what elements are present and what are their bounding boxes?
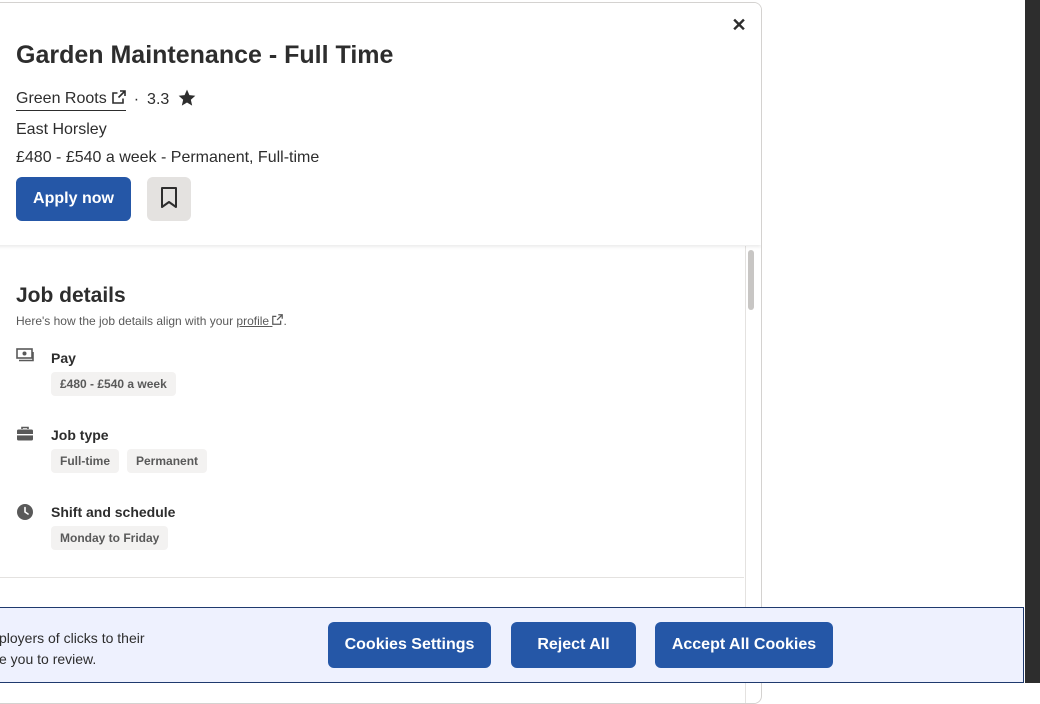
- scrollbar-thumb[interactable]: [748, 250, 754, 310]
- job-type-chip[interactable]: Full-time: [51, 449, 119, 473]
- pay-label: Pay: [51, 350, 76, 366]
- job-details-subtitle: Here's how the job details align with yo…: [16, 314, 287, 328]
- company-name: Green Roots: [16, 90, 107, 107]
- pay-chip[interactable]: £480 - £540 a week: [51, 372, 176, 396]
- profile-link-label: profile: [236, 314, 270, 328]
- briefcase-icon: [16, 426, 36, 446]
- job-title: Garden Maintenance - Full Time: [16, 41, 394, 69]
- cookie-text-line: ployers of clicks to their: [0, 630, 145, 646]
- subtitle-suffix: .: [283, 314, 287, 328]
- external-link-icon: [111, 89, 126, 109]
- cookie-banner: ployers of clicks to their e you to revi…: [0, 607, 1024, 683]
- cookie-text: ployers of clicks to their e you to revi…: [0, 628, 145, 670]
- money-icon: [16, 348, 36, 368]
- job-type-label: Job type: [51, 427, 109, 443]
- reject-all-button[interactable]: Reject All: [511, 622, 636, 668]
- close-icon[interactable]: ✕: [729, 15, 749, 35]
- star-icon: [177, 88, 197, 113]
- save-job-button[interactable]: [147, 177, 191, 221]
- cookies-settings-button[interactable]: Cookies Settings: [328, 622, 491, 668]
- job-type-chips: Full-time Permanent: [51, 449, 208, 473]
- section-divider: [0, 577, 744, 578]
- apply-now-button[interactable]: Apply now: [16, 177, 131, 221]
- profile-link[interactable]: profile: [236, 314, 284, 328]
- job-detail-panel: ✕ Garden Maintenance - Full Time Green R…: [0, 2, 762, 704]
- shift-label: Shift and schedule: [51, 504, 176, 520]
- clock-icon: [16, 503, 36, 523]
- company-rating: 3.3: [147, 91, 170, 108]
- shift-chip[interactable]: Monday to Friday: [51, 526, 169, 550]
- bookmark-icon: [159, 186, 179, 213]
- accept-all-cookies-button[interactable]: Accept All Cookies: [655, 622, 833, 668]
- subtitle-text: Here's how the job details align with yo…: [16, 314, 237, 328]
- job-location: East Horsley: [16, 121, 107, 138]
- pay-chips: £480 - £540 a week: [51, 372, 176, 396]
- company-link[interactable]: Green Roots: [16, 89, 126, 111]
- shift-chips: Monday to Friday: [51, 526, 169, 550]
- job-details-title: Job details: [16, 284, 126, 307]
- job-type-chip[interactable]: Permanent: [127, 449, 208, 473]
- cookie-text-line: e you to review.: [0, 651, 97, 667]
- page-edge-strip: [1025, 0, 1040, 683]
- job-header: ✕ Garden Maintenance - Full Time Green R…: [0, 3, 761, 245]
- company-row: Green Roots · 3.3: [16, 87, 197, 113]
- external-link-icon: [272, 314, 284, 328]
- rating-separator: ·: [133, 91, 140, 108]
- salary-jobtype-line: £480 - £540 a week - Permanent, Full-tim…: [16, 149, 320, 166]
